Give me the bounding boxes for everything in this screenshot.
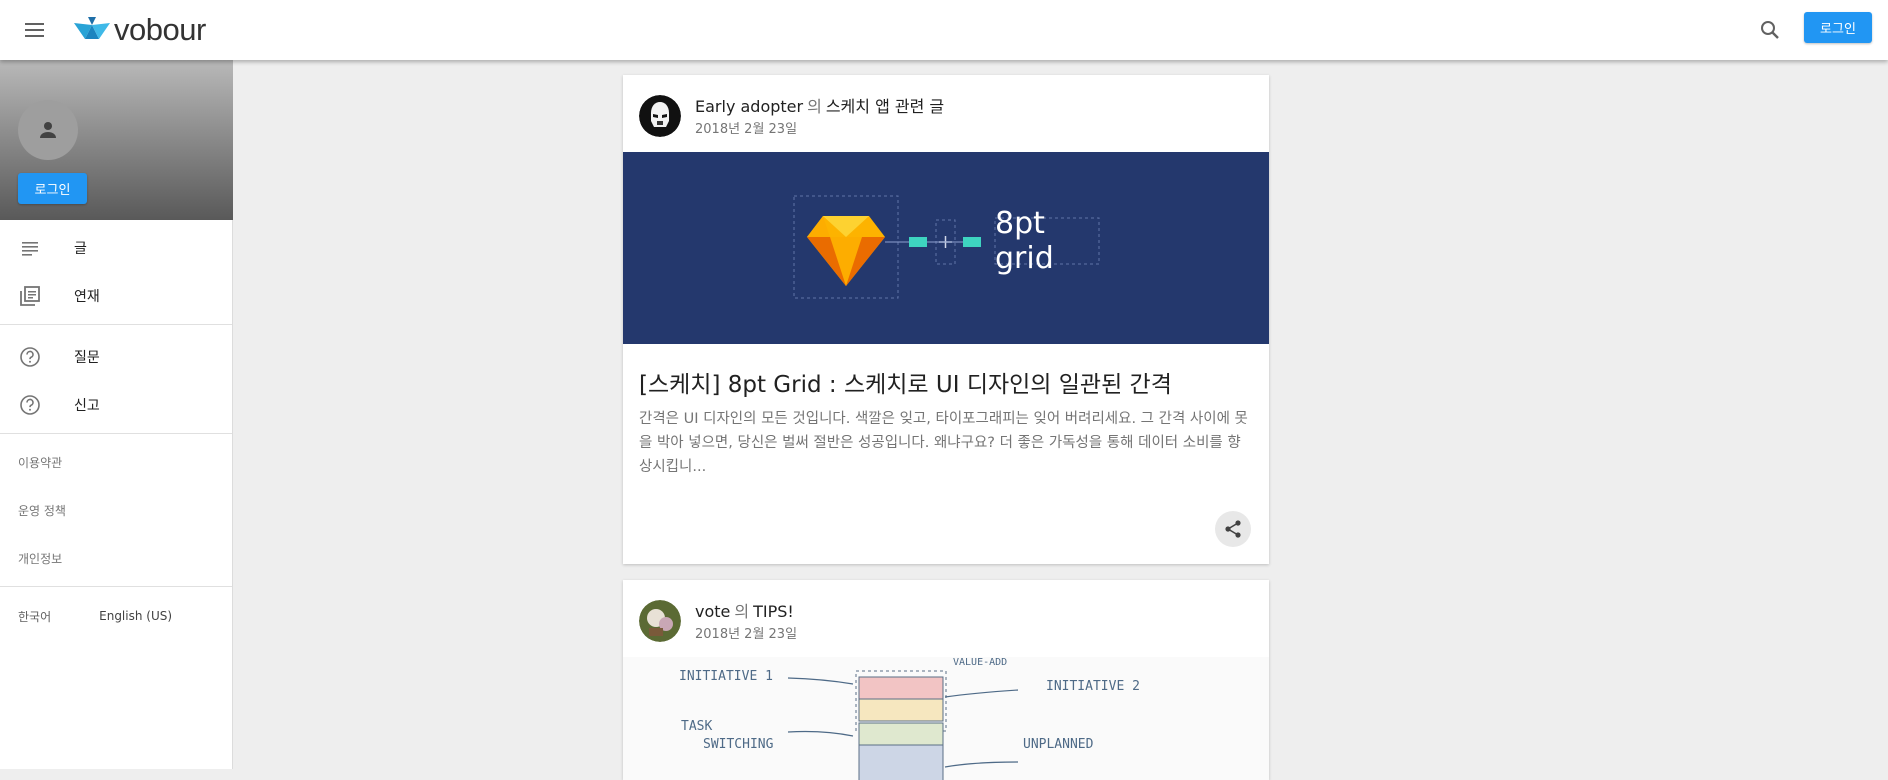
share-icon [1225,520,1241,538]
author-name[interactable]: Early adopter [695,97,803,116]
sidebar-item-label: 질문 [74,350,100,366]
author-name[interactable]: vote [695,602,730,621]
post-date: 2018년 2월 23일 [695,627,798,642]
card-byline: vote 의 TIPS! [695,598,794,622]
sketch-label: INITIATIVE 1 [679,669,773,684]
sidebar-item-label: 신고 [74,398,100,414]
sidebar-item-series[interactable]: 연재 [0,272,232,320]
sketch-label: UNPLANNED [1023,737,1094,752]
language-korean[interactable]: 한국어 [18,608,51,625]
person-icon [40,122,56,138]
sketch-label: SWITCHING [703,737,774,752]
cover-caption: 8pt grid [995,206,1054,276]
feed-card[interactable]: vote 의 TIPS! 2018년 2월 23일 INITIATIVE 1 VAL… [623,580,1269,780]
top-app-bar: vobour 로그인 [0,0,1888,60]
sidebar-item-question[interactable]: 질문 [0,333,232,381]
help-circle-icon [18,345,42,369]
sidebar-item-report[interactable]: 신고 [0,381,232,429]
library-books-icon [18,284,42,308]
menu-button[interactable] [16,12,52,48]
card-header: vote 의 TIPS! 2018년 2월 23일 [623,580,1269,657]
sidebar-item-label: 글 [74,241,87,257]
vote-avatar-icon [639,600,681,642]
cover-image[interactable]: INITIATIVE 1 VALUE-ADD INITIATIVE 2 TASK… [623,657,1269,780]
sketch-label: INITIATIVE 2 [1046,679,1140,694]
policy-link[interactable]: 운영 정책 [0,486,232,534]
card-header: Early adopter 의 스케치 앱 관련 글 2018년 2월 23일 [623,75,1269,152]
series-name[interactable]: 스케치 앱 관련 글 [826,97,944,116]
sketch-label: TASK [681,719,713,734]
share-button[interactable] [1215,511,1251,547]
sketch-label: VALUE-ADD [953,657,1008,668]
author-avatar[interactable] [639,600,681,642]
boat-logo-icon [74,17,110,39]
header-login-button[interactable]: 로그인 [1804,12,1872,43]
author-avatar[interactable] [639,95,681,137]
terms-link[interactable]: 이용약관 [0,438,232,486]
language-english[interactable]: English (US) [99,609,172,623]
stormtrooper-avatar-icon [639,95,681,137]
help-circle-icon [18,393,42,417]
sidebar: 로그인 글 연재 질문 신고 이용약관 운영 정책 개인정보 한국어 Engli… [0,60,233,769]
sketch-8pt-grid-illustration [793,195,1100,299]
search-button[interactable] [1752,12,1788,48]
menu-icon [25,23,44,37]
series-name[interactable]: TIPS! [753,602,794,621]
logo-text: vobour [114,12,206,47]
language-selector: 한국어 English (US) [0,587,232,645]
logo[interactable]: vobour [74,10,206,50]
article-icon [18,236,42,260]
cover-image[interactable]: 8pt grid [623,152,1269,344]
post-title[interactable]: [스케치] 8pt Grid : 스케치로 UI 디자인의 일관된 간격 [639,365,1172,399]
sidebar-item-articles[interactable]: 글 [0,224,232,272]
post-excerpt: 간격은 UI 디자인의 모든 것입니다. 색깔은 잊고, 타이포그래피는 잊어 … [639,411,1248,475]
card-byline: Early adopter 의 스케치 앱 관련 글 [695,93,944,117]
byline-connector: 의 [807,97,822,116]
sidebar-login-button[interactable]: 로그인 [18,173,87,204]
feed-card[interactable]: Early adopter 의 스케치 앱 관련 글 2018년 2월 23일 8p… [623,75,1269,564]
privacy-link[interactable]: 개인정보 [0,534,232,582]
search-icon [1761,21,1779,39]
sidebar-item-label: 연재 [74,289,100,305]
post-date: 2018년 2월 23일 [695,122,798,137]
profile-header: 로그인 [0,60,233,220]
avatar [18,100,78,160]
byline-connector: 의 [734,602,750,621]
